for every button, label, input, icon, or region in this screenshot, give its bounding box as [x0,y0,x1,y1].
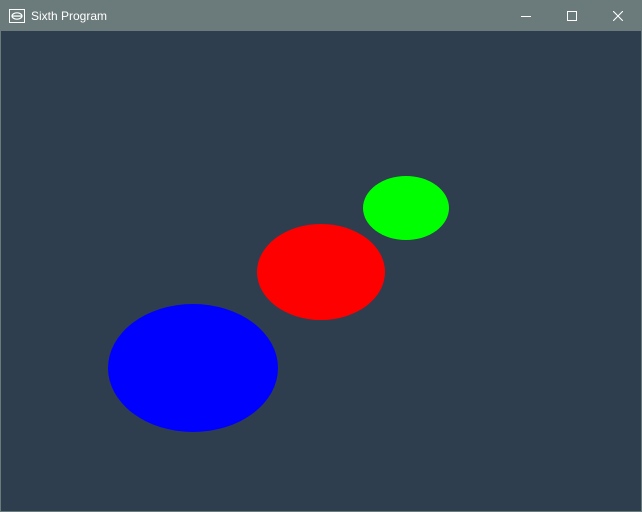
green-ellipse [363,176,449,240]
blue-ellipse [108,304,278,432]
close-icon [613,11,623,21]
canvas-svg [1,31,641,511]
render-canvas[interactable] [1,31,641,511]
minimize-icon [521,16,531,17]
app-window: Sixth Program [0,0,642,512]
title-bar[interactable]: Sixth Program [1,1,641,31]
maximize-button[interactable] [549,1,595,31]
red-ellipse [257,224,385,320]
app-icon [9,9,25,23]
close-button[interactable] [595,1,641,31]
window-title: Sixth Program [31,9,108,23]
minimize-button[interactable] [503,1,549,31]
maximize-icon [567,11,577,21]
